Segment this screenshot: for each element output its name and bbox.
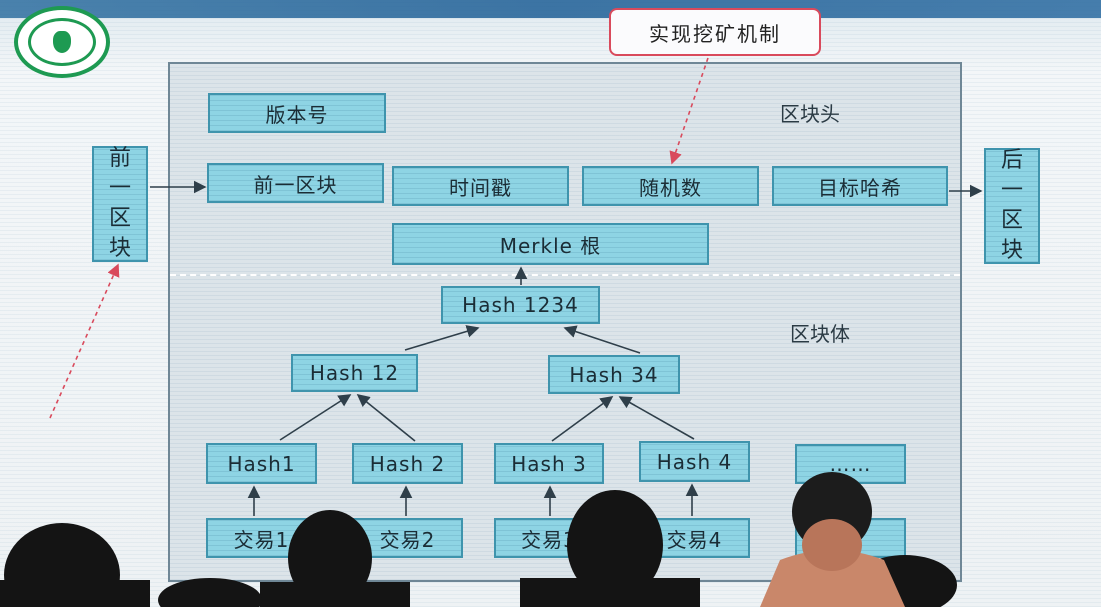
audience-heads (0, 472, 957, 607)
